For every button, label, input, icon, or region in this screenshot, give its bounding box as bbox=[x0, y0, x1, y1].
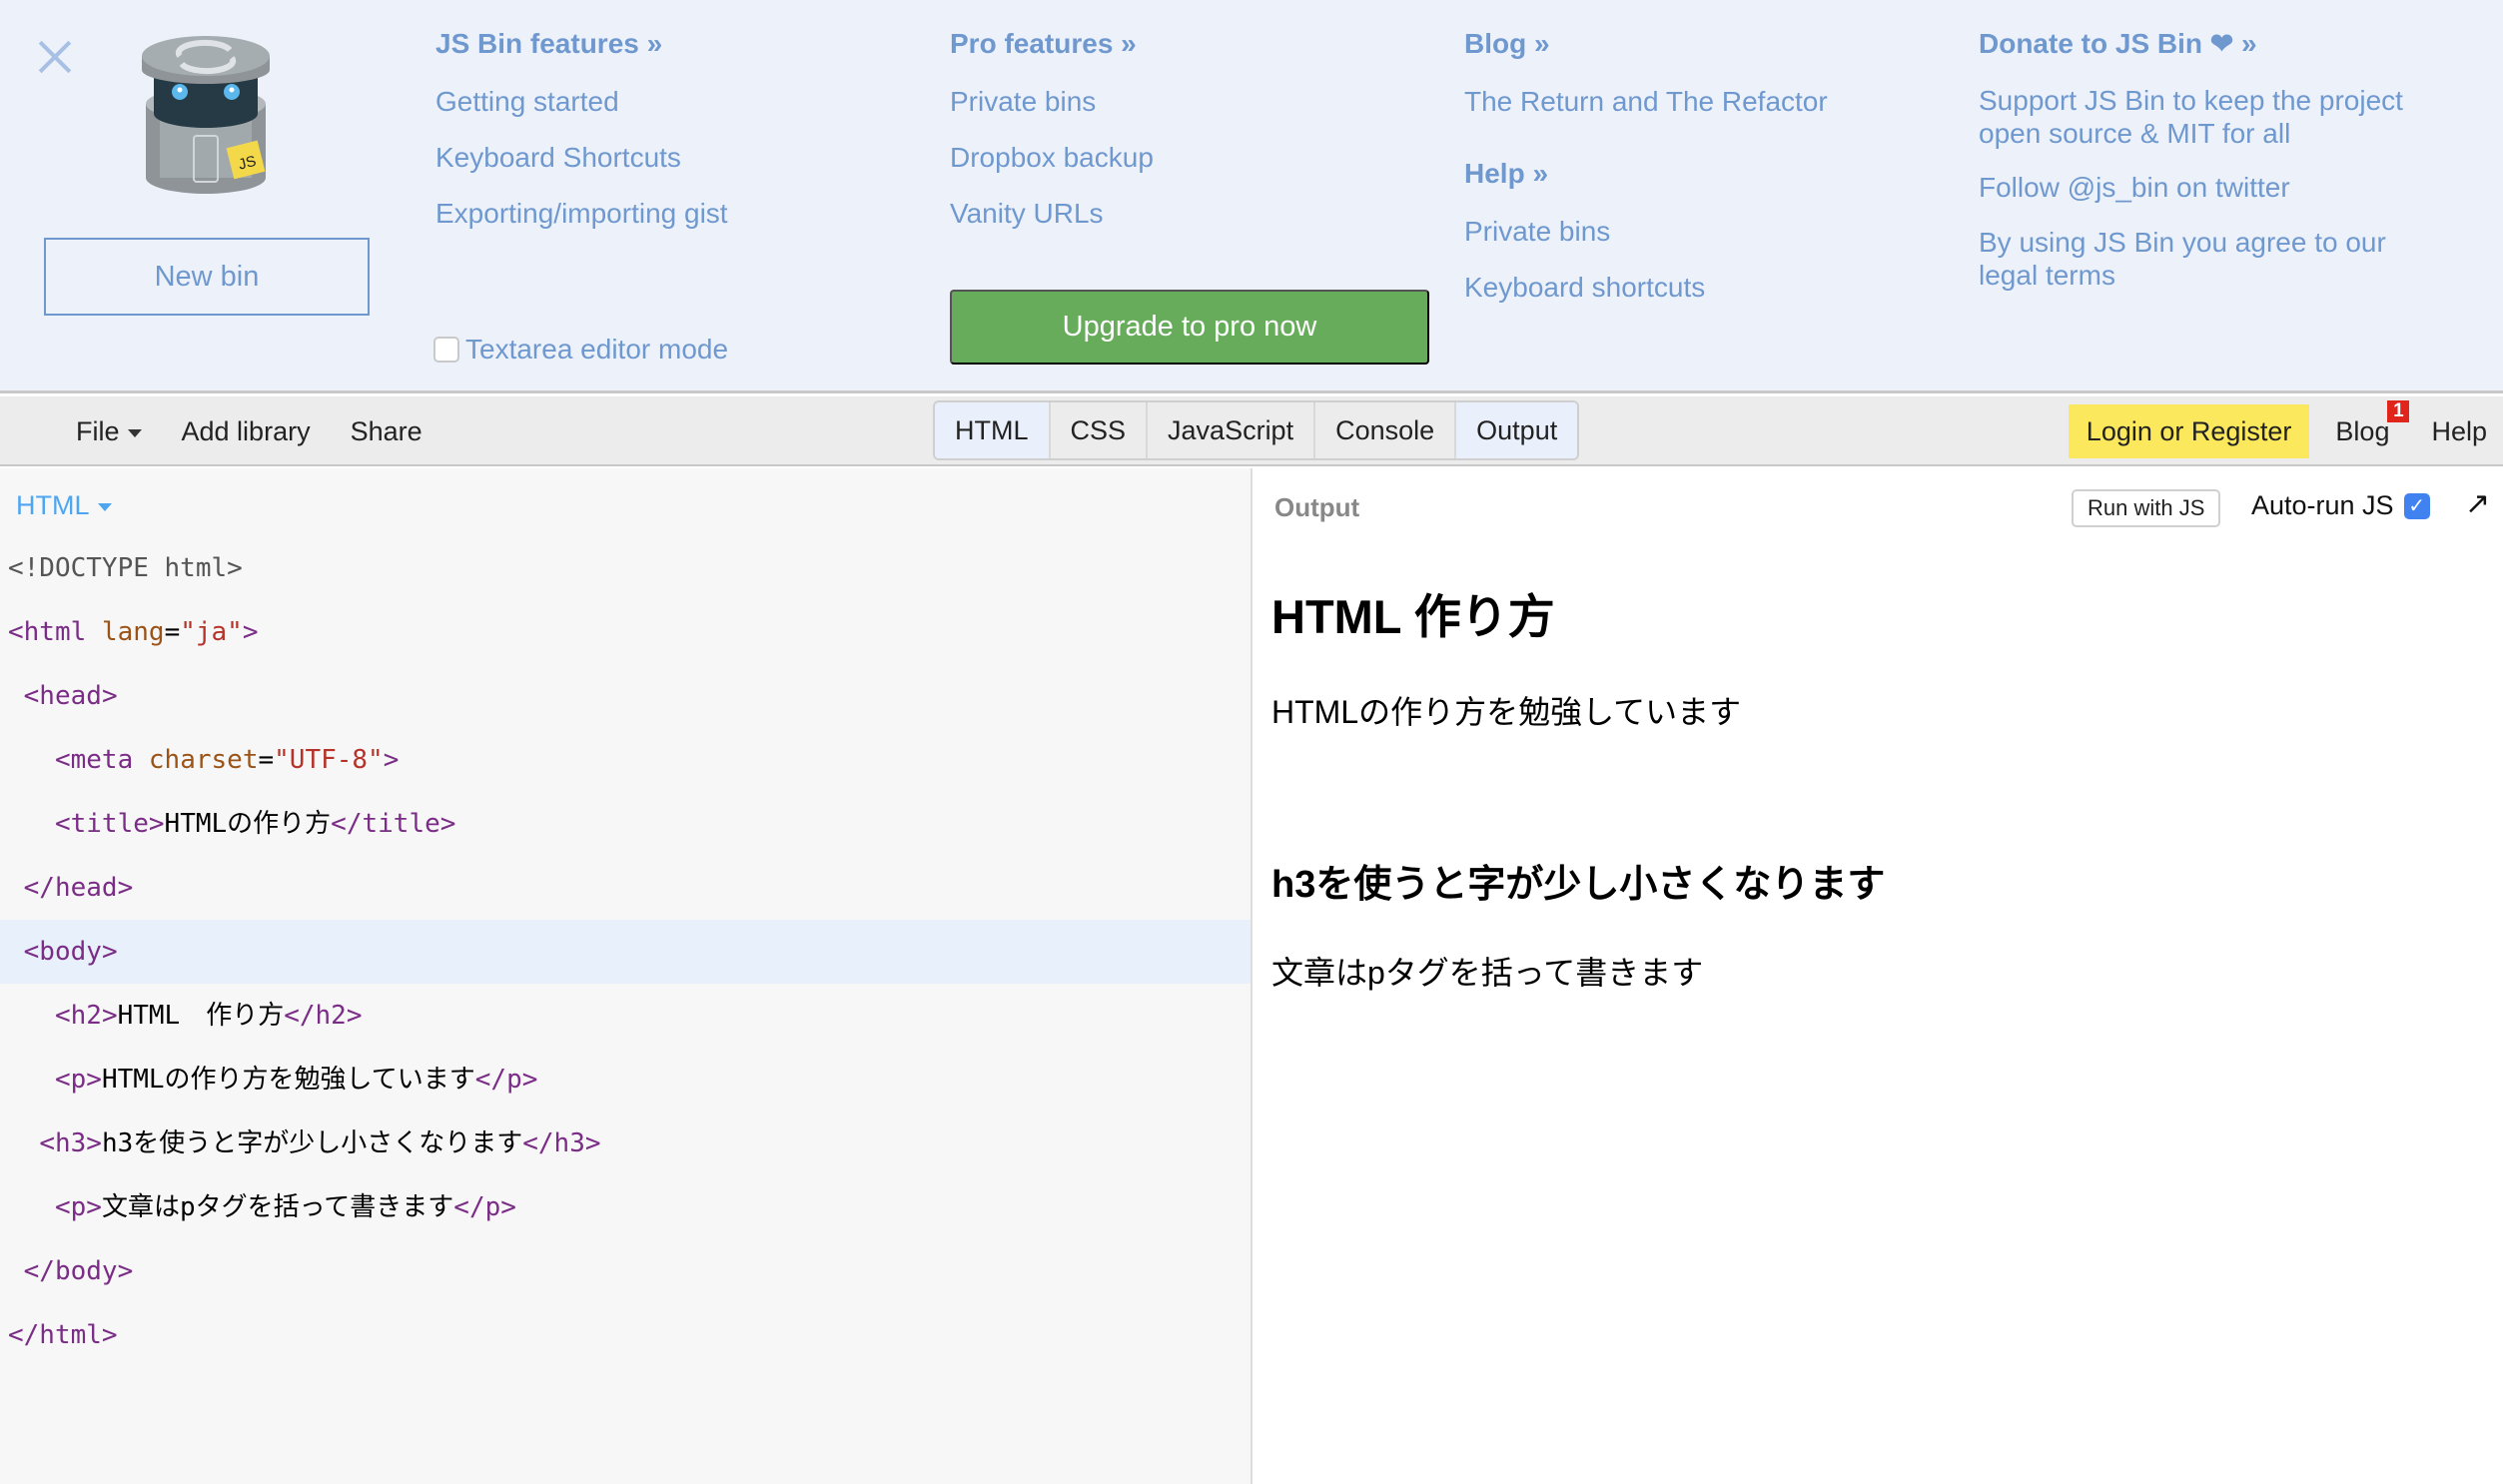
exporting-gist-link[interactable]: Exporting/importing gist bbox=[435, 196, 728, 232]
share-button[interactable]: Share bbox=[351, 416, 422, 447]
blog-heading-link[interactable]: Blog » bbox=[1464, 26, 1828, 62]
toolbar: File Add library Share HTML CSS JavaScri… bbox=[0, 396, 2503, 466]
follow-twitter-link[interactable]: Follow @js_bin on twitter bbox=[1979, 170, 2418, 206]
legal-terms-link[interactable]: By using JS Bin you agree to our legal t… bbox=[1979, 226, 2418, 292]
code-line[interactable]: </html> bbox=[0, 1303, 1251, 1367]
blog-help-column: Blog » The Return and The Refactor Help … bbox=[1464, 26, 1828, 326]
blog-post-link[interactable]: The Return and The Refactor bbox=[1464, 84, 1828, 120]
code-line[interactable]: <title>HTMLの作り方</title> bbox=[0, 792, 1251, 856]
textarea-mode-checkbox[interactable] bbox=[433, 337, 459, 363]
code-line[interactable]: <h2>HTML 作り方</h2> bbox=[0, 984, 1251, 1048]
chevron-down-icon bbox=[127, 428, 142, 437]
editor-language-label: HTML bbox=[16, 490, 90, 520]
output-paragraph-1: HTMLの作り方を勉強しています bbox=[1271, 694, 1742, 730]
auto-run-js-toggle[interactable]: Auto-run JS ✓ bbox=[2251, 490, 2430, 521]
panel-tabs: HTML CSS JavaScript Console Output bbox=[933, 400, 1580, 460]
tab-css[interactable]: CSS bbox=[1050, 402, 1149, 458]
tab-output[interactable]: Output bbox=[1456, 402, 1578, 458]
help-private-bins-link[interactable]: Private bins bbox=[1464, 214, 1828, 250]
code-line[interactable]: <body> bbox=[0, 920, 1251, 984]
help-heading-link[interactable]: Help » bbox=[1464, 156, 1828, 192]
code-area[interactable]: <!DOCTYPE html> <html lang="ja"> <head> <… bbox=[0, 536, 1251, 1367]
notification-badge: 1 bbox=[2387, 399, 2410, 422]
keyboard-shortcuts-link[interactable]: Keyboard Shortcuts bbox=[435, 140, 728, 176]
auto-run-js-label: Auto-run JS bbox=[2251, 490, 2394, 520]
help-keyboard-shortcuts-link[interactable]: Keyboard shortcuts bbox=[1464, 270, 1828, 306]
login-register-button[interactable]: Login or Register bbox=[2068, 404, 2310, 458]
code-line[interactable]: <!DOCTYPE html> bbox=[0, 536, 1251, 600]
file-menu-label: File bbox=[76, 415, 120, 446]
output-heading-h3: h3を使うと字が少し小さくなります bbox=[1271, 864, 1886, 906]
dropbox-backup-link[interactable]: Dropbox backup bbox=[950, 140, 1154, 176]
help-button[interactable]: Help bbox=[2431, 416, 2487, 447]
output-paragraph-2: 文章はpタグを括って書きます bbox=[1271, 955, 1704, 991]
html-editor-panel: HTML <!DOCTYPE html> <html lang="ja"> <he… bbox=[0, 468, 1252, 1484]
new-bin-button[interactable]: New bin bbox=[44, 238, 370, 316]
auto-run-checkbox[interactable]: ✓ bbox=[2403, 492, 2430, 519]
code-line[interactable]: <h3>h3を使うと字が少し小さくなります</h3> bbox=[0, 1112, 1251, 1175]
upgrade-to-pro-button[interactable]: Upgrade to pro now bbox=[950, 290, 1429, 365]
donate-link[interactable]: Donate to JS Bin ❤ » bbox=[1979, 26, 2418, 62]
textarea-mode-label: Textarea editor mode bbox=[465, 334, 729, 365]
popout-arrow-icon[interactable]: ↗ bbox=[2465, 486, 2490, 521]
tab-console[interactable]: Console bbox=[1315, 402, 1457, 458]
textarea-editor-mode-toggle[interactable]: Textarea editor mode bbox=[433, 334, 728, 366]
getting-started-link[interactable]: Getting started bbox=[435, 84, 728, 120]
private-bins-link[interactable]: Private bins bbox=[950, 84, 1154, 120]
editor-language-dropdown[interactable]: HTML bbox=[16, 490, 112, 521]
add-library-button[interactable]: Add library bbox=[182, 416, 311, 447]
blog-label: Blog bbox=[2335, 415, 2390, 446]
rendered-output: HTML 作り方 HTMLの作り方を勉強しています h3を使うと字が少し小さくな… bbox=[1271, 578, 1885, 994]
close-icon[interactable] bbox=[38, 40, 72, 74]
tab-html[interactable]: HTML bbox=[935, 402, 1051, 458]
control-panel: JS New bin JS Bin features » Getting sta… bbox=[0, 0, 2503, 393]
chevron-down-icon bbox=[97, 503, 112, 511]
code-line[interactable]: <meta charset="UTF-8"> bbox=[0, 728, 1251, 792]
jsbin-logo-icon: JS bbox=[142, 36, 270, 194]
code-line[interactable]: <p>HTMLの作り方を勉強しています</p> bbox=[0, 1048, 1251, 1112]
output-label: Output bbox=[1274, 492, 1360, 522]
file-menu[interactable]: File bbox=[76, 416, 142, 447]
vanity-urls-link[interactable]: Vanity URLs bbox=[950, 196, 1154, 232]
donate-column: Donate to JS Bin ❤ » Support JS Bin to k… bbox=[1979, 26, 2418, 312]
output-heading-h2: HTML 作り方 bbox=[1271, 590, 1555, 643]
blog-button[interactable]: Blog 1 bbox=[2335, 399, 2410, 447]
code-line[interactable]: </head> bbox=[0, 856, 1251, 920]
code-line[interactable]: <html lang="ja"> bbox=[0, 600, 1251, 664]
support-jsbin-link[interactable]: Support JS Bin to keep the project open … bbox=[1979, 84, 2418, 150]
pro-features-column: Pro features » Private bins Dropbox back… bbox=[950, 26, 1154, 252]
code-line[interactable]: <head> bbox=[0, 664, 1251, 728]
jsbin-features-column: JS Bin features » Getting started Keyboa… bbox=[435, 26, 728, 252]
run-with-js-button[interactable]: Run with JS bbox=[2072, 489, 2221, 527]
code-line[interactable]: <p>文章はpタグを括って書きます</p> bbox=[0, 1175, 1251, 1239]
code-line[interactable]: </body> bbox=[0, 1239, 1251, 1303]
pro-features-link[interactable]: Pro features » bbox=[950, 26, 1154, 62]
output-panel: Output Run with JS Auto-run JS ✓ ↗ HTML … bbox=[1254, 468, 2503, 1484]
jsbin-features-link[interactable]: JS Bin features » bbox=[435, 26, 728, 62]
tab-javascript[interactable]: JavaScript bbox=[1148, 402, 1316, 458]
